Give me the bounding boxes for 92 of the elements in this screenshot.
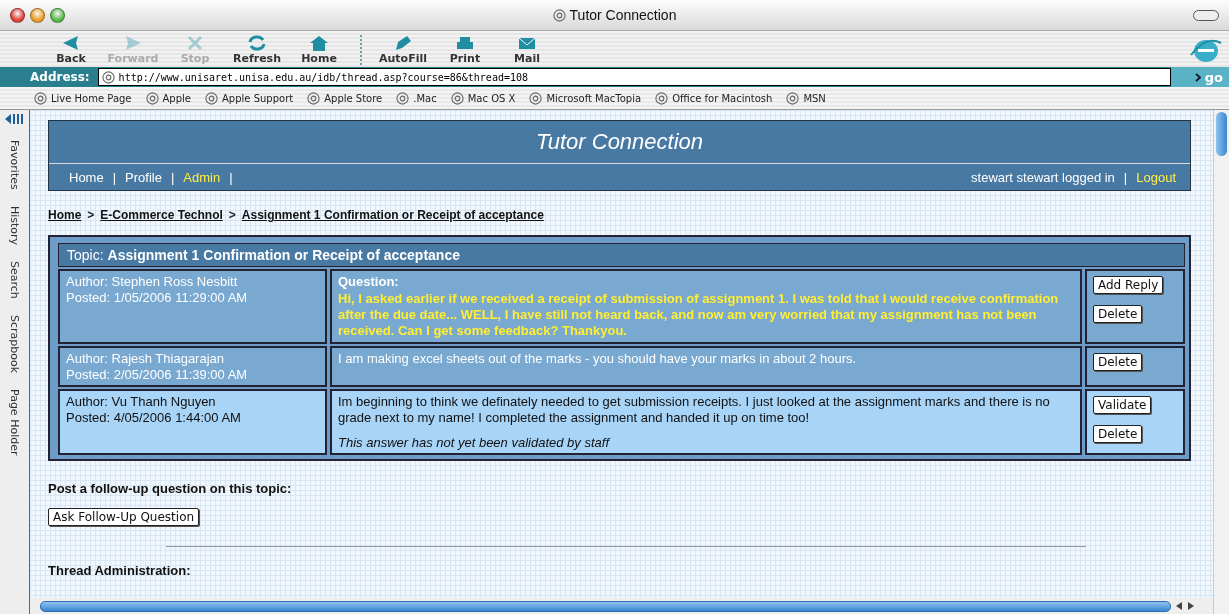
nav-separator: | [112, 170, 117, 185]
refresh-icon [246, 34, 268, 52]
favorite-label: Live Home Page [51, 92, 132, 104]
site-title: Tutor Connection [49, 121, 1190, 164]
printer-icon [454, 34, 476, 52]
side-tab[interactable]: Favorites [8, 140, 21, 190]
favorite-link[interactable]: Microsoft MacTopia [529, 91, 642, 105]
at-icon [786, 91, 800, 105]
toolbar-button[interactable]: Print [434, 34, 496, 65]
nav-link[interactable]: Home [69, 170, 104, 185]
favorite-label: Apple Store [324, 92, 383, 104]
nav-link[interactable]: Admin [183, 170, 221, 185]
scroll-right-icon[interactable] [1187, 602, 1195, 610]
at-icon [145, 91, 159, 105]
toolbar-button[interactable]: Refresh [226, 34, 288, 65]
admin-heading: Thread Administration: [48, 563, 192, 578]
favorite-label: Office for Macintosh [672, 92, 773, 104]
post-action-button[interactable]: Delete [1093, 353, 1143, 371]
panel-toggle-icon[interactable] [4, 114, 25, 124]
side-tab[interactable]: Search [8, 260, 21, 299]
post-action-button[interactable]: Add Reply [1093, 276, 1164, 294]
vertical-scrollbar[interactable] [1213, 110, 1229, 614]
post-action-button[interactable]: Delete [1093, 425, 1143, 443]
favorite-label: Apple [162, 92, 191, 104]
favorite-label: Microsoft MacTopia [546, 92, 642, 104]
topic-title: Assignment 1 Confirmation or Receipt of acceptance [107, 247, 460, 263]
favorite-label: MSN [803, 92, 826, 104]
chevron-icon [1194, 72, 1201, 82]
breadcrumb-link[interactable]: Home [48, 208, 82, 222]
zoom-button[interactable] [50, 7, 65, 23]
follow-up-heading: Post a follow-up question on this topic: [48, 481, 293, 496]
breadcrumb-separator: > [228, 208, 236, 222]
scroll-left-icon[interactable] [1175, 602, 1183, 610]
post-action-button[interactable]: Delete [1093, 305, 1143, 323]
post-action-button[interactable]: Validate [1093, 396, 1152, 414]
post-message: Hi, I asked earlier if we received a receipt of submission of assignment 1. I was told that I would receive confirmation after the due date... WELL, I have still not heard back, and now am very worried that my assignment has not been received. Can I get some feedback? Thankyou. [338, 291, 1060, 339]
side-tab[interactable]: Page Holder [8, 388, 21, 456]
favorite-link[interactable]: Apple Support [205, 91, 294, 105]
nav-separator: | [170, 170, 175, 185]
at-icon [396, 91, 410, 105]
login-status: stewart stewart logged in [971, 170, 1115, 185]
house-icon [308, 34, 330, 52]
toolbar-button[interactable]: Home [288, 34, 350, 65]
logout-link[interactable]: Logout [1136, 170, 1176, 185]
favorite-link[interactable]: Apple Store [307, 91, 383, 105]
at-icon [450, 91, 464, 105]
post-author: Author: Stephen Ross Nesbitt [66, 274, 239, 289]
favorite-link[interactable]: Mac OS X [450, 91, 516, 105]
toolbar-toggle-button[interactable] [1193, 9, 1219, 21]
post-date: Posted: 1/05/2006 11:29:00 AM [66, 290, 249, 305]
window-title: Tutor Connection [569, 7, 677, 23]
post-author: Author: Rajesh Thiagarajan [66, 351, 226, 366]
validation-note: This answer has not yet been validated by staff [338, 435, 611, 450]
horizontal-scrollbar[interactable] [40, 600, 1171, 612]
at-icon [307, 91, 321, 105]
at-icon [655, 91, 669, 105]
close-button[interactable] [10, 7, 25, 23]
nav-separator: | [229, 170, 233, 185]
favorite-label: Mac OS X [467, 92, 516, 104]
favorite-link[interactable]: Apple [145, 91, 191, 105]
favorite-label: Apple Support [222, 92, 294, 104]
toolbar-button[interactable]: AutoFill [372, 34, 434, 65]
at-icon [552, 8, 566, 22]
question-heading: Question: [338, 274, 400, 290]
favorite-label: .Mac [413, 92, 437, 104]
post-author: Author: Vu Thanh Nguyen [66, 394, 217, 409]
favorite-link[interactable]: MSN [786, 91, 826, 105]
breadcrumb-separator: > [87, 208, 95, 222]
post-message: Im beginning to think we definately needed to get submission receipts. I just looked at the assignment marks and there is no grade next to my name! I completed the assignment and handed it up on time too! [338, 394, 1051, 426]
side-tab[interactable]: Scrapbook [8, 314, 21, 373]
post-date: Posted: 4/05/2006 1:44:00 AM [66, 410, 242, 425]
at-icon [101, 70, 115, 84]
topic-label: Topic: [67, 247, 104, 263]
side-tab[interactable]: History [8, 205, 21, 245]
favorite-link[interactable]: .Mac [396, 91, 437, 105]
post-message: I am making excel sheets out of the marks - you should have your marks in about 2 hours. [338, 351, 858, 367]
nav-link[interactable]: Profile [125, 170, 162, 185]
ask-follow-up-button[interactable]: Ask Follow-Up Question [48, 508, 200, 526]
nav-separator: | [1123, 170, 1128, 185]
toolbar-button[interactable]: Mail [496, 34, 558, 65]
minimize-button[interactable] [30, 7, 45, 23]
favorite-link[interactable]: Live Home Page [34, 91, 132, 105]
at-icon [205, 91, 218, 105]
address-label: Address: [29, 70, 91, 84]
breadcrumb-link[interactable]: Assignment 1 Confirmation or Receipt of acceptance [241, 208, 544, 222]
breadcrumb-link[interactable]: E-Commerce Technol [100, 208, 223, 222]
at-icon [529, 91, 543, 105]
toolbar-button[interactable]: Back [40, 34, 102, 65]
post-date: Posted: 2/05/2006 11:39:00 AM [66, 367, 249, 382]
at-icon [34, 91, 47, 105]
favorite-link[interactable]: Office for Macintosh [655, 91, 773, 105]
address-field[interactable]: http://www.unisaret.unisa.edu.au/idb/thread.asp?course=86&thread=108 [97, 68, 1171, 86]
